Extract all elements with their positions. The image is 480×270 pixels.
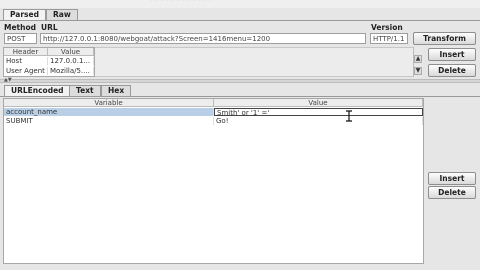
scroll-down-arrow-icon[interactable]: ▼: [414, 67, 422, 75]
params-col-variable[interactable]: Variable: [4, 99, 214, 107]
tab-urlencoded[interactable]: URLEncoded: [4, 85, 71, 96]
headers-col-value[interactable]: Value: [48, 48, 94, 56]
headers-col-header[interactable]: Header: [4, 48, 48, 56]
params-table: Variable Value account_name Smith' or '1…: [3, 98, 424, 264]
text-cursor-icon: [346, 110, 352, 122]
split-arrows-icon[interactable]: ▲▼: [4, 78, 12, 83]
window-title: - - - - - - - - - - - -: [150, 0, 212, 4]
param-row-1-value[interactable]: Go!: [214, 117, 423, 125]
body-tab-divider: [0, 96, 480, 97]
headers-table-empty-area: [95, 47, 413, 77]
method-field[interactable]: POST: [4, 33, 37, 44]
header-row-1-value[interactable]: Mozilla/5....: [48, 67, 94, 75]
tab-divider: [0, 20, 480, 21]
method-label: Method: [4, 23, 36, 32]
window-title-strip: - - - - - - - - - - - -: [0, 0, 480, 8]
headers-scrollbar[interactable]: ▲ ▼: [413, 47, 423, 77]
param-row-0-variable[interactable]: account_name: [4, 108, 214, 116]
params-delete-button[interactable]: Delete: [428, 186, 476, 199]
version-label: Version: [371, 23, 403, 32]
headers-delete-button[interactable]: Delete: [428, 64, 476, 77]
headers-insert-button[interactable]: Insert: [428, 48, 476, 61]
url-label: URL: [41, 23, 58, 32]
url-field[interactable]: http://127.0.0.1:8080/webgoat/attack?Scr…: [40, 33, 366, 44]
params-col-value[interactable]: Value: [214, 99, 423, 107]
header-row-1-name[interactable]: User Agent: [4, 67, 48, 75]
params-insert-button[interactable]: Insert: [428, 172, 476, 185]
transform-button[interactable]: Transform: [413, 32, 476, 45]
tab-raw[interactable]: Raw: [46, 9, 78, 20]
header-row-0-value[interactable]: 127.0.0.1...: [48, 57, 94, 65]
split-pane-divider[interactable]: [0, 79, 480, 83]
param-row-1-variable[interactable]: SUBMIT: [4, 117, 214, 125]
tab-parsed[interactable]: Parsed: [3, 9, 46, 20]
scroll-up-arrow-icon[interactable]: ▲: [414, 55, 422, 63]
tab-text[interactable]: Text: [69, 85, 101, 96]
headers-table: Header Value Host 127.0.0.1... User Agen…: [3, 47, 95, 77]
tab-hex[interactable]: Hex: [101, 85, 132, 96]
version-field[interactable]: HTTP/1.1: [370, 33, 408, 44]
header-row-0-name[interactable]: Host: [4, 57, 48, 65]
param-row-0-value-editor[interactable]: Smith' or '1' =': [214, 108, 423, 116]
